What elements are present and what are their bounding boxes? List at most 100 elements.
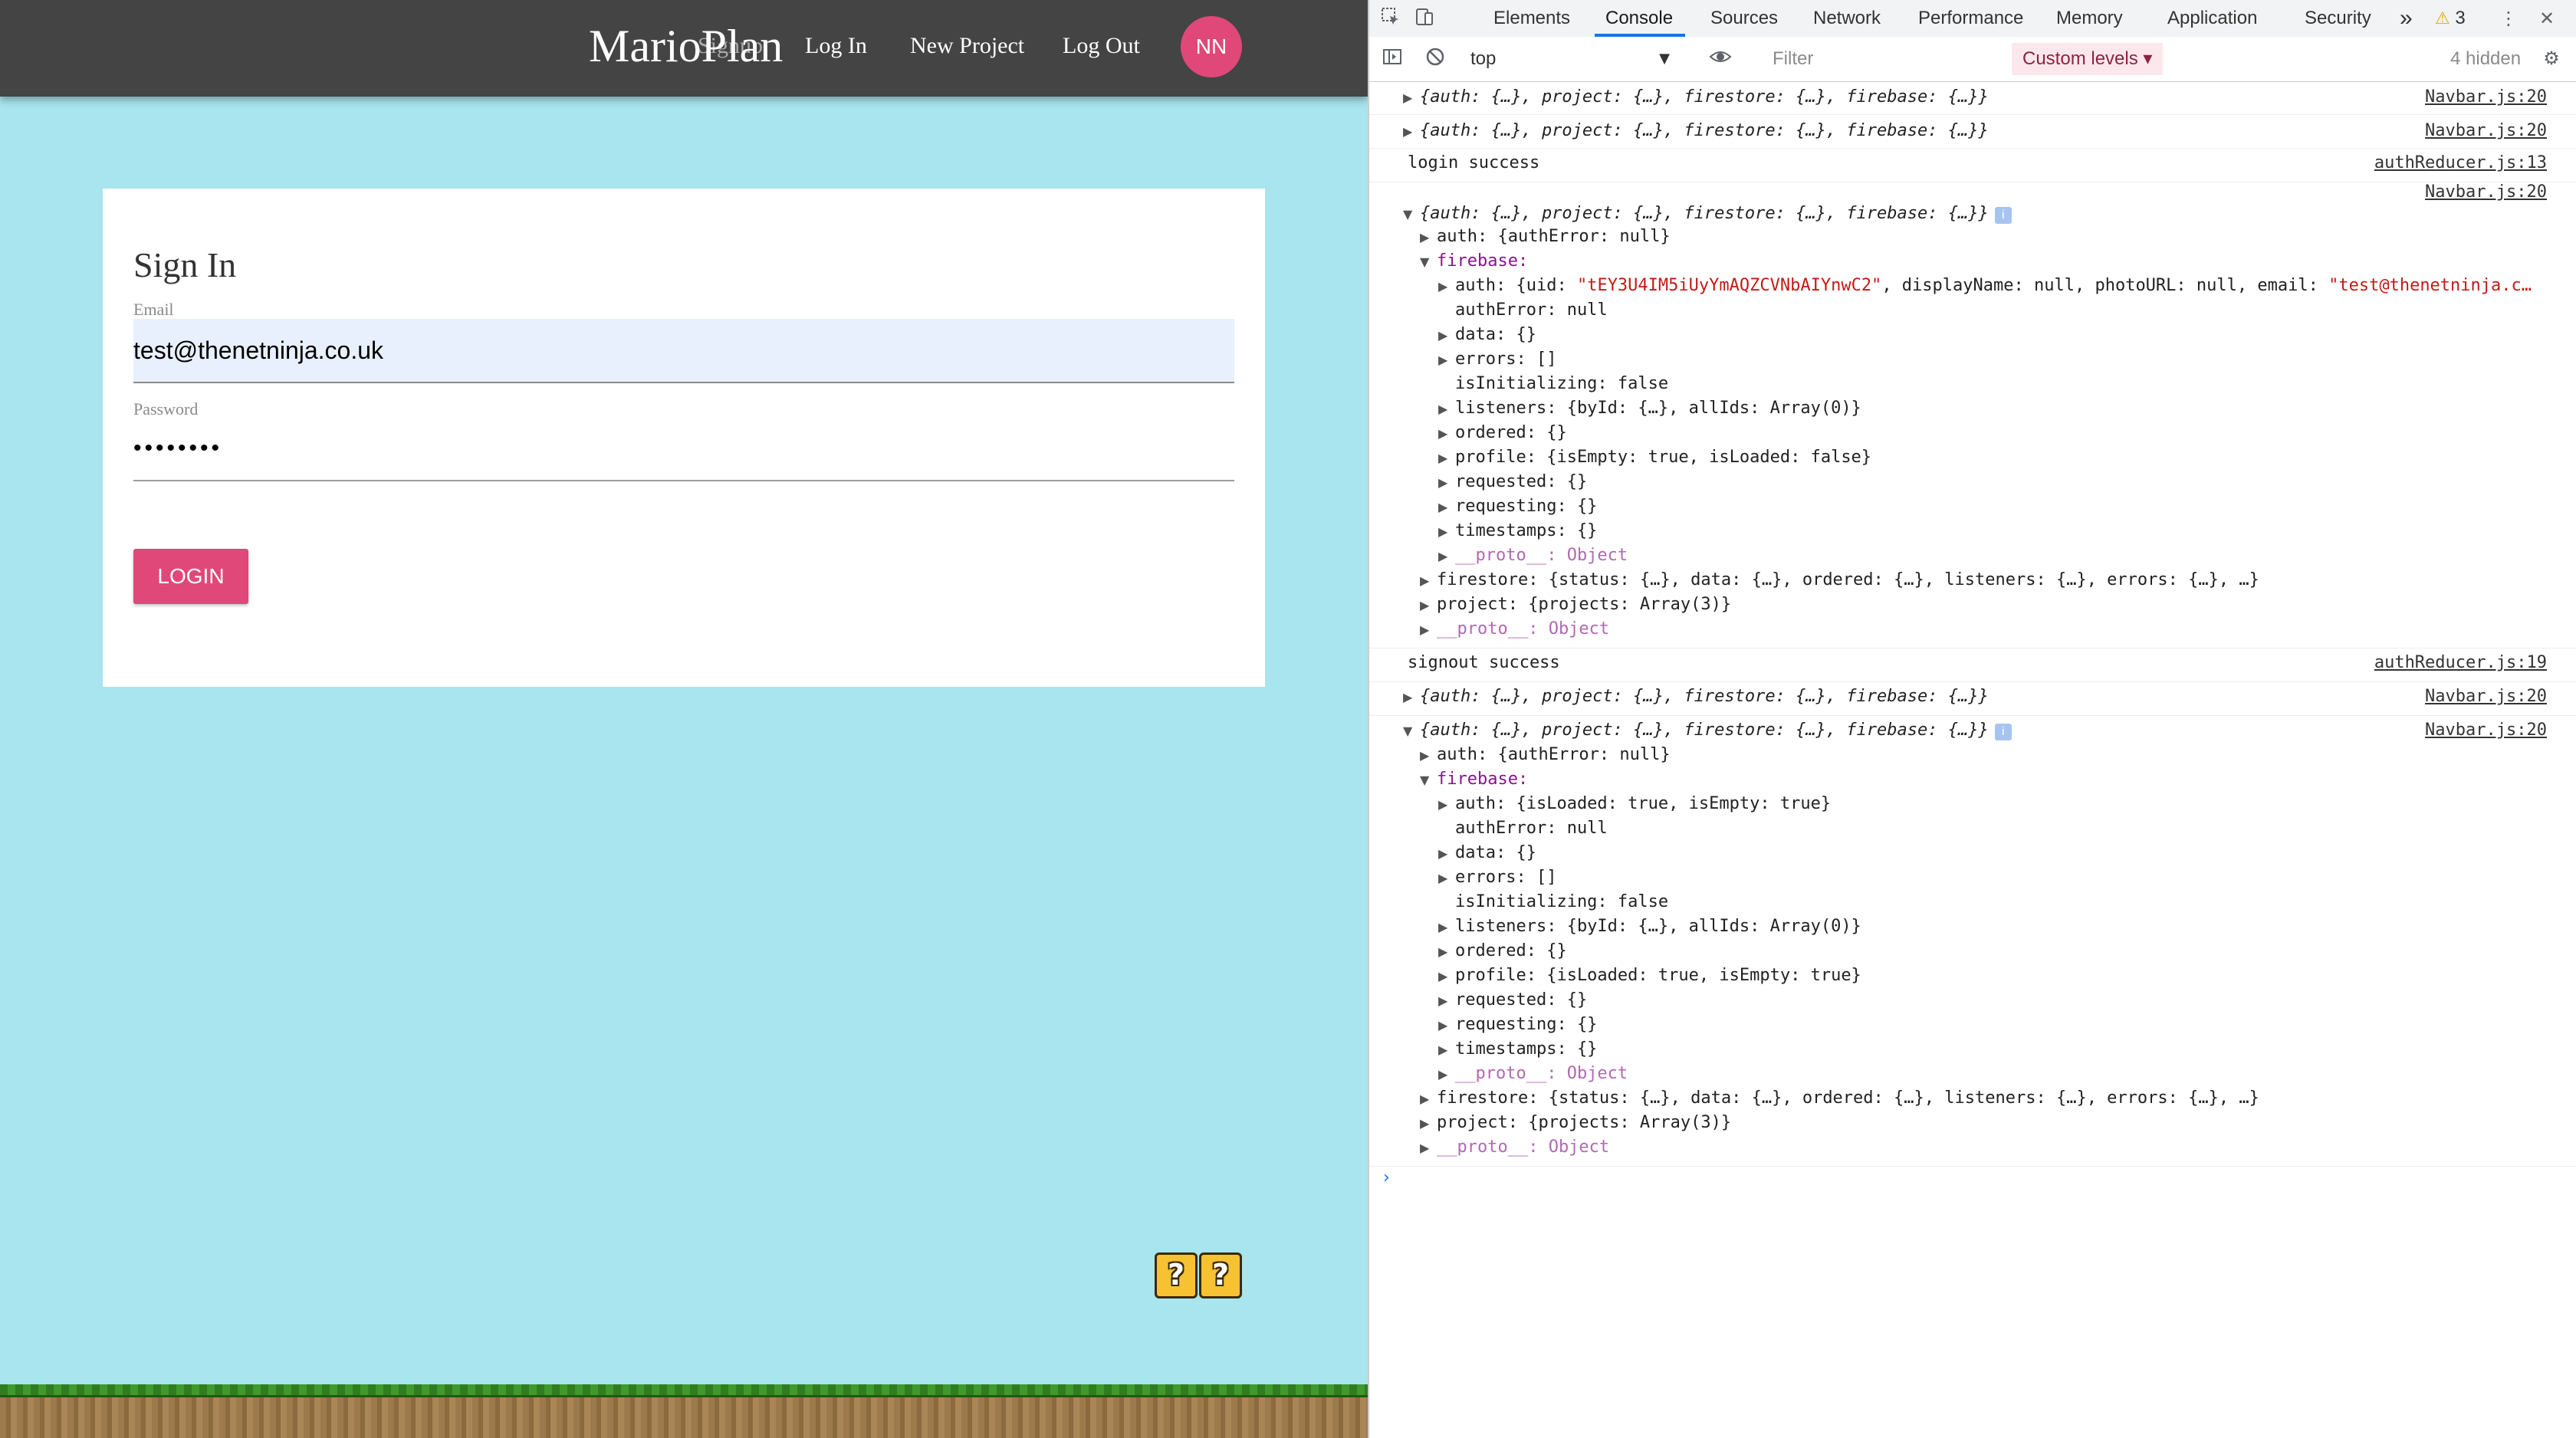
expand-triangle-icon[interactable]: ▶: [1438, 1039, 1455, 1062]
expand-triangle-icon[interactable]: ▶: [1438, 965, 1455, 988]
avatar[interactable]: NN: [1181, 16, 1242, 77]
source-link[interactable]: Navbar.js:20: [2425, 719, 2547, 742]
tree-node[interactable]: ▶ errors: []: [1369, 348, 2576, 372]
tab-elements[interactable]: Elements: [1493, 0, 1570, 37]
tree-node[interactable]: ▼ firebase:: [1369, 768, 2576, 792]
tree-node[interactable]: ▶ __proto__: Object: [1369, 1062, 2576, 1086]
expand-triangle-icon[interactable]: ▶: [1420, 226, 1437, 249]
source-link[interactable]: authReducer.js:19: [2374, 652, 2547, 675]
expand-triangle-icon[interactable]: ▶: [1438, 990, 1455, 1013]
console-row[interactable]: ▶ {auth: {…}, project: {…}, firestore: {……: [1369, 120, 2576, 149]
email-field[interactable]: [133, 319, 1234, 383]
expand-triangle-icon[interactable]: ▶: [1420, 570, 1437, 593]
console-row[interactable]: ▶ {auth: {…}, project: {…}, firestore: {……: [1369, 685, 2576, 716]
tree-node[interactable]: ▶ auth: {authError: null}: [1369, 744, 2576, 767]
tree-node[interactable]: ▶ __proto__: Object: [1369, 1136, 2576, 1167]
more-tabs-icon[interactable]: »: [2400, 0, 2413, 37]
info-icon[interactable]: i: [1994, 724, 2012, 740]
expand-triangle-icon[interactable]: ▶: [1438, 1063, 1455, 1086]
tree-node[interactable]: ▼ firebase:: [1369, 250, 2576, 274]
tab-performance[interactable]: Performance: [1918, 0, 2023, 37]
tab-console[interactable]: Console: [1605, 0, 1673, 37]
sidebar-toggle-icon[interactable]: [1380, 46, 1405, 71]
expand-triangle-icon[interactable]: ▶: [1420, 1088, 1437, 1111]
tree-node[interactable]: ▶ data: {}: [1369, 323, 2576, 347]
tree-node[interactable]: ▶ errors: []: [1369, 866, 2576, 890]
tree-node[interactable]: ▶ profile: {isEmpty: true, isLoaded: fals…: [1369, 446, 2576, 470]
expand-triangle-icon[interactable]: ▶: [1438, 545, 1455, 568]
console-object-root[interactable]: ▼ {auth: {…}, project: {…}, firestore: {……: [1369, 719, 2576, 743]
expand-triangle-icon[interactable]: ▶: [1420, 619, 1437, 642]
tree-node[interactable]: ▶ __proto__: Object: [1369, 618, 2576, 648]
expand-triangle-icon[interactable]: ▶: [1438, 349, 1455, 372]
expand-triangle-icon[interactable]: ▶: [1403, 87, 1420, 110]
tab-security[interactable]: Security: [2305, 0, 2371, 37]
password-field[interactable]: [133, 417, 1234, 481]
tree-node[interactable]: ▶ data: {}: [1369, 842, 2576, 865]
expand-triangle-icon[interactable]: ▶: [1438, 1014, 1455, 1037]
tab-network[interactable]: Network: [1813, 0, 1881, 37]
tree-node[interactable]: ▶ requesting: {}: [1369, 1013, 2576, 1037]
tree-node[interactable]: ▶ requested: {}: [1369, 989, 2576, 1013]
close-icon[interactable]: ✕: [2535, 6, 2559, 31]
log-levels-dropdown[interactable]: Custom levels ▾: [2012, 43, 2164, 75]
kebab-menu-icon[interactable]: ⋮: [2496, 6, 2521, 31]
expand-triangle-icon[interactable]: ▶: [1438, 422, 1455, 445]
expand-triangle-icon[interactable]: ▶: [1420, 1112, 1437, 1135]
tree-node[interactable]: ▶ timestamps: {}: [1369, 1038, 2576, 1062]
info-icon[interactable]: i: [1994, 207, 2012, 224]
expand-triangle-icon[interactable]: ▶: [1438, 793, 1455, 816]
expand-triangle-icon[interactable]: ▶: [1438, 916, 1455, 939]
nav-link-logout[interactable]: Log Out: [1063, 29, 1140, 63]
console-row[interactable]: login success authReducer.js:13: [1369, 152, 2576, 182]
collapse-triangle-icon[interactable]: ▼: [1420, 251, 1437, 274]
brand-logo[interactable]: MarioPlan: [589, 17, 783, 75]
device-toolbar-icon[interactable]: [1412, 6, 1437, 31]
expand-triangle-icon[interactable]: ▶: [1438, 471, 1455, 494]
tree-node[interactable]: ▶ auth: {uid: "tEY3U4IM5iUyYmAQZCVNbAIYnw…: [1369, 274, 2576, 298]
expand-triangle-icon[interactable]: ▶: [1420, 744, 1437, 767]
tree-node[interactable]: ▶ ordered: {}: [1369, 422, 2576, 445]
expand-triangle-icon[interactable]: ▶: [1438, 520, 1455, 543]
console-row[interactable]: signout success authReducer.js:19: [1369, 652, 2576, 682]
tree-node[interactable]: ▶ project: {projects: Array(3)}: [1369, 593, 2576, 617]
expand-triangle-icon[interactable]: ▶: [1438, 867, 1455, 890]
tree-node[interactable]: ▶ project: {projects: Array(3)}: [1369, 1111, 2576, 1135]
expand-triangle-icon[interactable]: ▶: [1420, 1137, 1437, 1160]
clear-console-icon[interactable]: [1423, 46, 1447, 71]
source-link[interactable]: authReducer.js:13: [2374, 152, 2547, 175]
expand-triangle-icon[interactable]: ▶: [1403, 120, 1420, 143]
tree-node[interactable]: ▶ timestamps: {}: [1369, 520, 2576, 543]
expand-triangle-icon[interactable]: ▶: [1438, 275, 1455, 298]
tree-node[interactable]: ▶ auth: {authError: null}: [1369, 225, 2576, 249]
tree-node[interactable]: ▶ firestore: {status: {…}, data: {…}, ord…: [1369, 569, 2576, 593]
expand-triangle-icon[interactable]: ▶: [1438, 941, 1455, 964]
expand-triangle-icon[interactable]: ▶: [1438, 496, 1455, 519]
login-button[interactable]: LOGIN: [133, 549, 248, 604]
console-row[interactable]: ▶ {auth: {…}, project: {…}, firestore: {……: [1369, 86, 2576, 115]
tab-application[interactable]: Application: [2167, 0, 2257, 37]
expand-triangle-icon[interactable]: ▶: [1438, 324, 1455, 347]
tree-node[interactable]: ▶ auth: {isLoaded: true, isEmpty: true}: [1369, 793, 2576, 816]
tree-node[interactable]: ▶ ordered: {}: [1369, 940, 2576, 964]
collapse-triangle-icon[interactable]: ▼: [1403, 720, 1420, 743]
tab-memory[interactable]: Memory: [2056, 0, 2123, 37]
eye-icon[interactable]: [1708, 46, 1733, 71]
source-link[interactable]: Navbar.js:20: [2425, 685, 2547, 708]
tree-node[interactable]: ▶ profile: {isLoaded: true, isEmpty: true…: [1369, 964, 2576, 988]
nav-link-login[interactable]: Log In: [805, 29, 867, 63]
filter-input[interactable]: [1760, 44, 2006, 74]
console-object-root[interactable]: ▼ {auth: {…}, project: {…}, firestore: {……: [1369, 202, 2576, 226]
gear-icon[interactable]: ⚙: [2539, 46, 2564, 71]
source-link[interactable]: Navbar.js:20: [2425, 120, 2547, 143]
warnings-counter[interactable]: ⚠ 3: [2435, 0, 2466, 37]
tree-node[interactable]: ▶ firestore: {status: {…}, data: {…}, ord…: [1369, 1087, 2576, 1111]
source-link[interactable]: Navbar.js:20: [2425, 86, 2547, 109]
collapse-triangle-icon[interactable]: ▼: [1403, 203, 1420, 226]
context-select[interactable]: top ▼: [1470, 44, 1676, 74]
tree-node[interactable]: ▶ __proto__: Object: [1369, 544, 2576, 568]
tree-node[interactable]: ▶ requested: {}: [1369, 471, 2576, 494]
tree-node[interactable]: ▶ requesting: {}: [1369, 495, 2576, 519]
tab-sources[interactable]: Sources: [1710, 0, 1778, 37]
tree-node[interactable]: ▶ listeners: {byId: {…}, allIds: Array(0)…: [1369, 397, 2576, 421]
